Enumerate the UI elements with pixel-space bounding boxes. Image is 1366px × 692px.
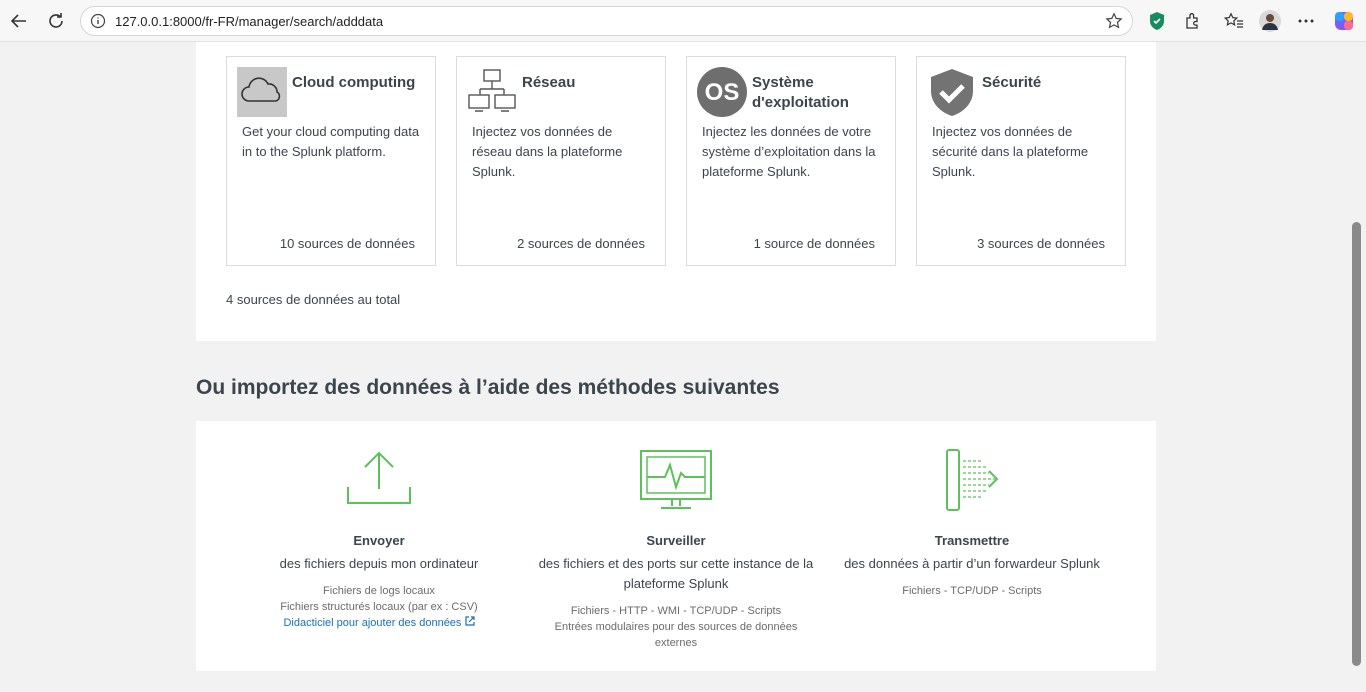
category-card-network[interactable]: Réseau Injectez vos données de réseau da… [456,56,666,266]
category-title: Réseau [522,74,576,91]
back-button[interactable] [6,8,32,34]
category-description: Injectez vos données de sécurité dans la… [932,124,1089,179]
category-count: 10 sources de données [279,236,415,251]
category-description: Injectez vos données de réseau dans la p… [472,124,623,179]
tutorial-link-label[interactable]: Didacticiel pour ajouter des données [283,617,461,629]
method-details: Fichiers - TCP/UDP - Scripts [832,583,1112,599]
avatar[interactable] [1258,9,1282,33]
vertical-scrollbar[interactable] [1350,42,1366,692]
favorites-icon[interactable] [1222,9,1246,33]
shield-check-icon [927,67,977,117]
method-monitor[interactable]: Surveiller des fichiers et des ports sur… [526,421,826,671]
browser-toolbar: 127.0.0.1:8000/fr-FR/manager/search/addd… [0,0,1366,42]
os-icon-text: OS [705,79,740,106]
method-description: des données à partir d’un forwardeur Spl… [844,556,1100,571]
more-options-icon[interactable] [1294,9,1318,33]
method-title: Surveiller [646,533,706,548]
category-count: 2 sources de données [517,236,645,251]
url-text[interactable]: 127.0.0.1:8000/fr-FR/manager/search/addd… [115,14,383,29]
copilot-icon[interactable] [1332,9,1356,33]
extensions-icon[interactable] [1181,9,1205,33]
favorite-star-icon[interactable] [1105,12,1123,35]
method-details: Fichiers de logs locaux Fichiers structu… [259,583,499,631]
scrollbar-thumb[interactable] [1352,222,1361,666]
method-forward[interactable]: Transmettre des données à partir d’un fo… [832,421,1112,671]
address-bar[interactable]: 127.0.0.1:8000/fr-FR/manager/search/addd… [80,6,1133,36]
forward-icon [945,449,999,516]
category-count: 3 sources de données [977,236,1105,251]
import-methods-panel: Envoyer des fichiers depuis mon ordinate… [196,421,1156,671]
monitor-icon [639,449,713,516]
network-icon [467,67,517,117]
category-title: Système d'exploitation [752,74,849,111]
method-description: des fichiers depuis mon ordinateur [279,556,479,571]
method-upload[interactable]: Envoyer des fichiers depuis mon ordinate… [259,421,499,671]
category-card-security[interactable]: Sécurité Injectez vos données de sécurit… [916,56,1126,266]
page-content: Cloud computing Get your cloud computing… [0,42,1350,692]
refresh-button[interactable] [43,8,69,34]
info-icon[interactable] [90,13,106,34]
data-categories-panel: Cloud computing Get your cloud computing… [196,42,1156,341]
method-detail: Fichiers de logs locaux [323,585,435,597]
method-description: des fichiers et des ports sur cette inst… [538,556,814,591]
category-title: Sécurité [982,74,1042,91]
category-card-os[interactable]: OS Système d'exploitation Injectez les d… [686,56,896,266]
method-detail: Fichiers - HTTP - WMI - TCP/UDP - Script… [570,605,782,617]
category-count: 1 source de données [753,236,875,251]
method-details: Fichiers - HTTP - WMI - TCP/UDP - Script… [526,603,826,651]
method-title: Transmettre [934,533,1010,548]
shield-extension-icon[interactable] [1145,9,1169,33]
category-title: Cloud computing [292,74,416,91]
upload-icon [346,449,412,510]
total-sources: 4 sources de données au total [226,292,401,307]
section-title: Ou importez des données à l’aide des mét… [196,376,780,399]
refresh-icon [49,13,63,28]
category-description: Get your cloud computing data in to the … [242,124,420,159]
category-card-cloud[interactable]: Cloud computing Get your cloud computing… [226,56,436,266]
arrow-left-icon [10,14,26,28]
external-link-icon [464,616,475,626]
method-detail: Fichiers - TCP/UDP - Scripts [902,585,1042,597]
os-icon: OS [697,67,747,117]
method-title: Envoyer [353,533,405,548]
category-description: Injectez les données de votre système d’… [702,124,876,179]
tutorial-link[interactable]: Didacticiel pour ajouter des données [259,615,499,631]
method-detail: Entrées modulaires pour des sources de d… [554,621,798,649]
method-detail: Fichiers structurés locaux (par ex : CSV… [280,601,478,613]
cloud-icon [237,67,287,117]
